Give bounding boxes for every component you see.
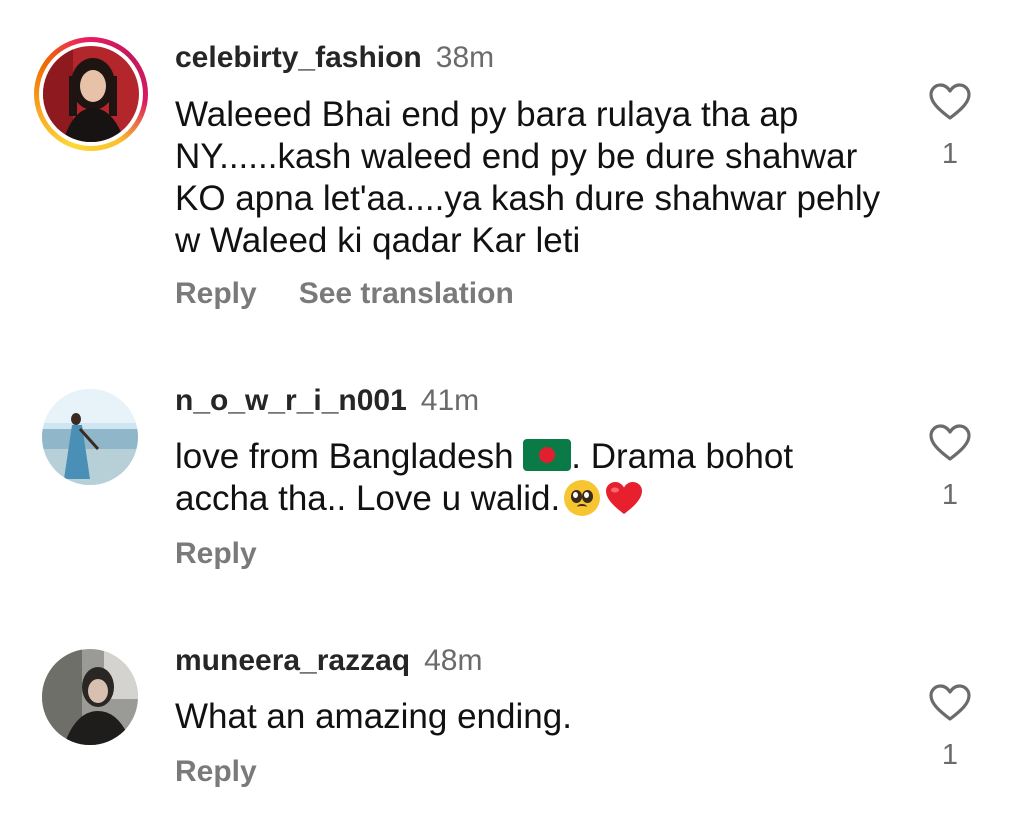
reply-button[interactable]: Reply: [175, 755, 257, 789]
reply-button[interactable]: Reply: [175, 537, 257, 571]
comment-time: 48m: [424, 644, 483, 677]
red-heart-emoji: [606, 482, 643, 514]
comment-text: Waleeed Bhai end py bara rulaya tha ap N…: [175, 95, 881, 260]
avatar-image: [42, 389, 138, 485]
comment-username[interactable]: celebirty_fashion 38m: [175, 41, 494, 75]
comment-time: 38m: [435, 41, 495, 74]
comment-text: What an amazing ending.: [175, 697, 572, 736]
like-control: 1: [922, 82, 978, 171]
heart-outline-icon[interactable]: [928, 683, 972, 723]
like-control: 1: [922, 683, 978, 772]
like-count: 1: [941, 138, 959, 170]
avatar[interactable]: [34, 641, 148, 755]
heart-outline-icon[interactable]: [928, 82, 972, 122]
bangladesh-flag-emoji: [523, 439, 572, 471]
like-count: 1: [941, 739, 959, 771]
comment-actions: Reply See translation: [175, 277, 514, 311]
comment-text: love from Bangladesh . Drama bohot accha…: [175, 437, 794, 518]
avatar[interactable]: [34, 381, 148, 495]
like-control: 1: [922, 423, 978, 512]
avatar-image: [43, 46, 139, 142]
comment-username[interactable]: muneera_razzaq 48m: [175, 644, 482, 678]
comment-actions: Reply: [175, 537, 257, 571]
reply-button[interactable]: Reply: [175, 277, 257, 311]
see-translation-button[interactable]: See translation: [299, 277, 514, 311]
avatar[interactable]: [34, 37, 148, 151]
comment-username[interactable]: n_o_w_r_i_n001 41m: [175, 384, 479, 418]
pleading-face-emoji: [564, 480, 601, 516]
comment-actions: Reply: [175, 755, 257, 789]
heart-outline-icon[interactable]: [928, 423, 972, 463]
comment-time: 41m: [420, 384, 480, 417]
avatar-image: [42, 649, 138, 745]
like-count: 1: [941, 479, 959, 511]
